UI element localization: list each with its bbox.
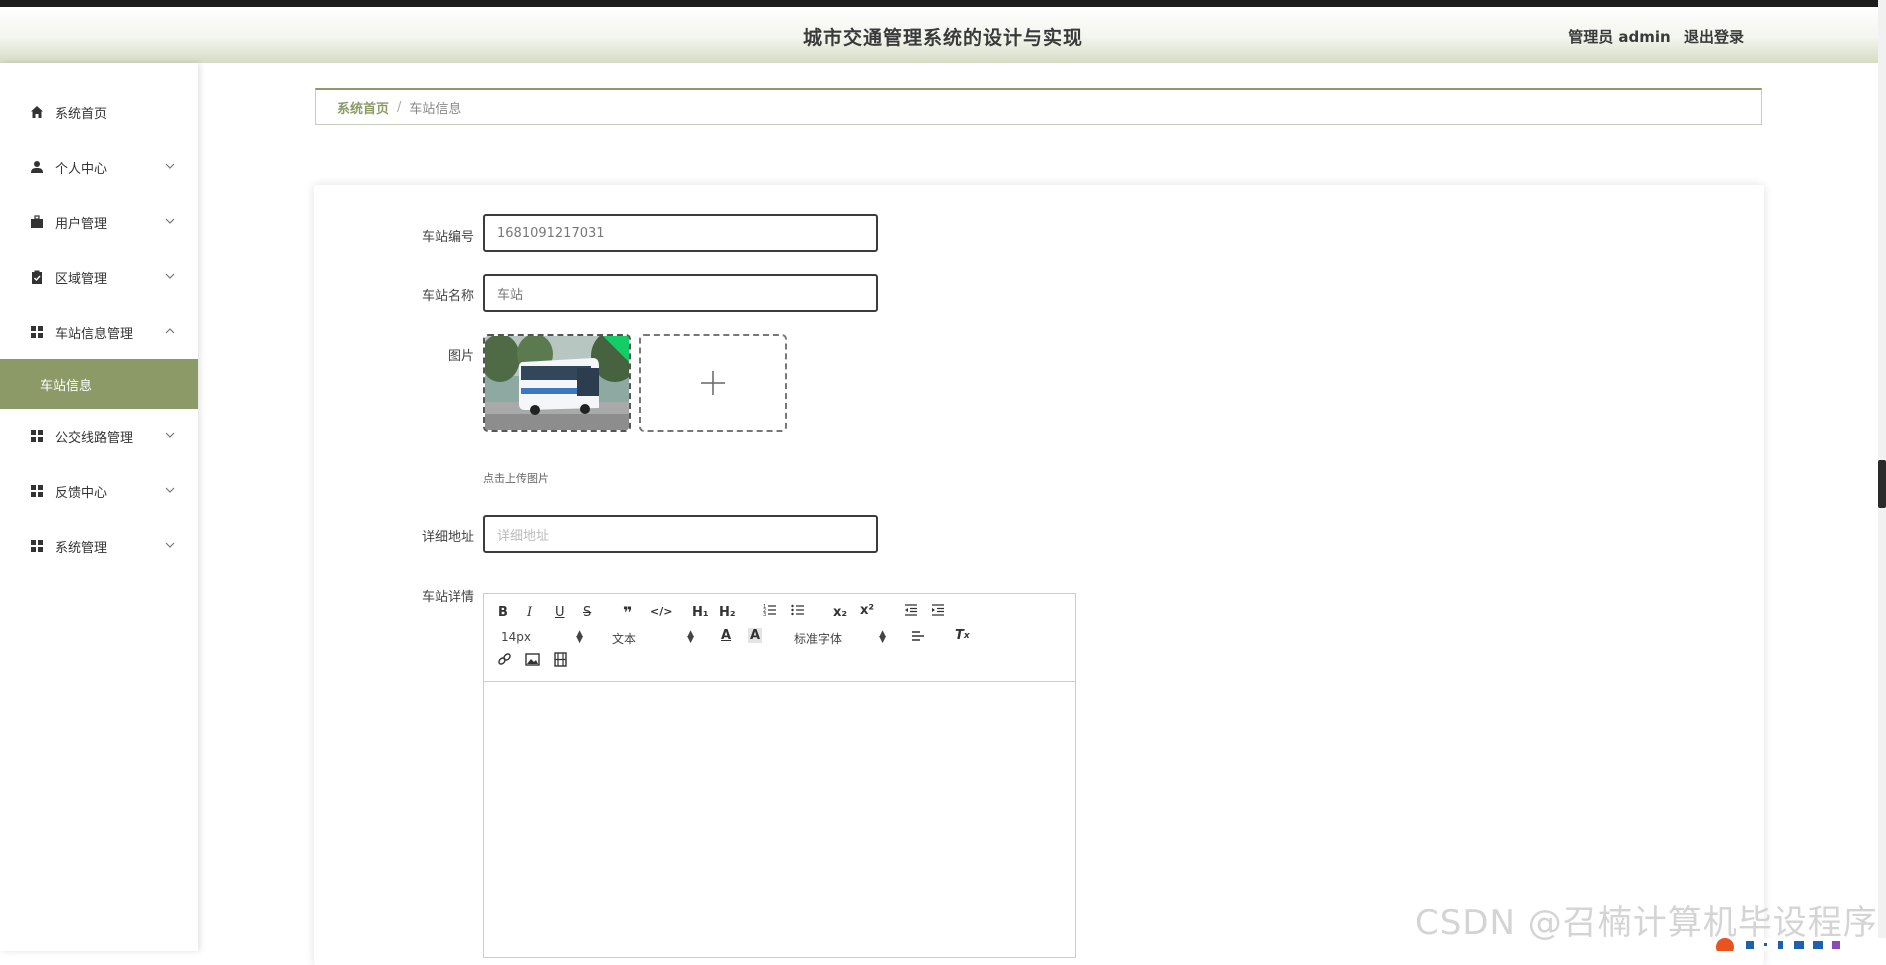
sidebar-item-label: 系统首页 bbox=[55, 106, 108, 122]
sidebar-item-label: 系统管理 bbox=[55, 540, 108, 556]
chevron-down-icon bbox=[164, 160, 176, 172]
chevron-down-icon bbox=[164, 270, 176, 282]
person-icon bbox=[29, 159, 45, 175]
svg-text:3: 3 bbox=[763, 612, 766, 617]
font-family-select[interactable]: 标准字体 ▲ ▼ bbox=[794, 629, 886, 647]
admin-label: 管理员 admin bbox=[1568, 28, 1671, 46]
sidebar-item-user-management[interactable]: 用户管理 bbox=[0, 202, 198, 242]
image-label: 图片 bbox=[447, 349, 474, 364]
grid-icon bbox=[29, 538, 45, 554]
strikethrough-icon[interactable]: S bbox=[583, 605, 591, 620]
link-icon[interactable] bbox=[497, 652, 512, 667]
font-size-value: 14px bbox=[501, 630, 531, 644]
address-input[interactable]: 详细地址 bbox=[483, 515, 878, 553]
image-icon[interactable] bbox=[525, 652, 540, 667]
breadcrumb: 系统首页 / 车站信息 bbox=[315, 88, 1762, 125]
text-style-select[interactable]: 文本 ▲ ▼ bbox=[612, 629, 694, 647]
select-arrows-icon: ▲ ▼ bbox=[687, 629, 694, 645]
bullet-list-icon[interactable] bbox=[791, 603, 805, 617]
grid-icon bbox=[29, 483, 45, 499]
briefcase-icon bbox=[29, 214, 45, 230]
video-icon[interactable] bbox=[553, 652, 568, 667]
scrollbar-thumb[interactable] bbox=[1878, 460, 1886, 508]
upload-hint: 点击上传图片 bbox=[483, 472, 549, 485]
chevron-down-icon bbox=[164, 215, 176, 227]
address-label: 详细地址 bbox=[421, 530, 474, 545]
bus-photo bbox=[485, 336, 629, 430]
sidebar-item-label: 个人中心 bbox=[55, 161, 108, 177]
sidebar-item-home[interactable]: 系统首页 bbox=[0, 92, 198, 132]
app-header: 城市交通管理系统的设计与实现 管理员 admin 退出登录 bbox=[0, 7, 1886, 63]
station-detail-label: 车站详情 bbox=[421, 590, 474, 605]
sidebar-item-label: 车站信息管理 bbox=[55, 326, 134, 342]
sidebar-item-label: 公交线路管理 bbox=[55, 430, 134, 446]
sidebar-subitem-station-info[interactable]: 车站信息 bbox=[0, 359, 198, 409]
sidebar-item-station-info-management[interactable]: 车站信息管理 bbox=[0, 312, 198, 352]
sidebar-item-personal-center[interactable]: 个人中心 bbox=[0, 147, 198, 187]
upload-add-button[interactable] bbox=[639, 334, 787, 432]
code-icon[interactable]: </> bbox=[650, 605, 672, 618]
ordered-list-icon[interactable]: 123 bbox=[763, 603, 777, 617]
breadcrumb-separator: / bbox=[397, 99, 402, 115]
grid-icon bbox=[29, 324, 45, 340]
sidebar: 系统首页 个人中心 用户管理 区域管理 车站信息管理 车站信息 公交线路管理 反… bbox=[0, 63, 198, 951]
background-color-icon[interactable]: A bbox=[748, 628, 763, 643]
align-icon[interactable] bbox=[911, 629, 925, 643]
clear-format-icon[interactable]: Tx bbox=[955, 628, 970, 643]
chevron-up-icon bbox=[164, 325, 176, 337]
editor-content-area[interactable] bbox=[484, 683, 1075, 957]
window-top-border bbox=[0, 0, 1886, 7]
chevron-down-icon bbox=[164, 539, 176, 551]
blockquote-icon[interactable]: ❞ bbox=[623, 603, 632, 622]
sidebar-item-label: 反馈中心 bbox=[55, 485, 108, 501]
font-family-value: 标准字体 bbox=[794, 632, 843, 646]
chevron-down-icon bbox=[164, 484, 176, 496]
home-icon bbox=[29, 104, 45, 120]
rich-text-editor[interactable]: B I U S ❞ </> H₁ H₂ 123 x₂ x² 14px ▲ ▼ 文本… bbox=[483, 593, 1076, 958]
ime-tray bbox=[1716, 932, 1886, 956]
font-color-icon[interactable]: A bbox=[721, 628, 731, 643]
grid-icon bbox=[29, 428, 45, 444]
uploaded-image-thumbnail[interactable] bbox=[483, 334, 631, 432]
select-arrows-icon: ▲ ▼ bbox=[576, 629, 583, 645]
bold-icon[interactable]: B bbox=[498, 605, 508, 620]
font-size-select[interactable]: 14px ▲ ▼ bbox=[501, 629, 583, 645]
select-arrows-icon: ▲ ▼ bbox=[879, 629, 886, 645]
sidebar-item-bus-route-management[interactable]: 公交线路管理 bbox=[0, 416, 198, 456]
breadcrumb-home-link[interactable]: 系统首页 bbox=[337, 98, 389, 117]
plus-icon bbox=[701, 371, 725, 395]
page-scrollbar[interactable] bbox=[1878, 0, 1886, 951]
sidebar-item-system-management[interactable]: 系统管理 bbox=[0, 526, 198, 566]
editor-toolbar: B I U S ❞ </> H₁ H₂ 123 x₂ x² 14px ▲ ▼ 文本… bbox=[484, 594, 1075, 682]
underline-icon[interactable]: U bbox=[555, 605, 565, 620]
station-no-input[interactable]: 1681091217031 bbox=[483, 214, 878, 252]
station-name-input[interactable]: 车站 bbox=[483, 274, 878, 312]
chevron-down-icon bbox=[164, 429, 176, 441]
heading2-icon[interactable]: H₂ bbox=[719, 605, 736, 620]
sidebar-item-label: 用户管理 bbox=[55, 216, 108, 232]
italic-icon[interactable]: I bbox=[527, 605, 532, 620]
station-name-label: 车站名称 bbox=[421, 289, 474, 304]
sidebar-item-region-management[interactable]: 区域管理 bbox=[0, 257, 198, 297]
header-user-area: 管理员 admin 退出登录 bbox=[1560, 26, 1744, 47]
indent-icon[interactable] bbox=[931, 603, 945, 617]
clipboard-icon bbox=[29, 269, 45, 285]
station-no-label: 车站编号 bbox=[421, 230, 474, 245]
superscript-icon[interactable]: x² bbox=[860, 603, 874, 618]
outdent-icon[interactable] bbox=[904, 603, 918, 617]
breadcrumb-current: 车站信息 bbox=[409, 101, 462, 117]
subscript-icon[interactable]: x₂ bbox=[833, 605, 847, 620]
heading1-icon[interactable]: H₁ bbox=[692, 605, 709, 620]
sidebar-item-feedback-center[interactable]: 反馈中心 bbox=[0, 471, 198, 511]
text-style-value: 文本 bbox=[612, 632, 637, 646]
sidebar-item-label: 区域管理 bbox=[55, 271, 108, 287]
logout-link[interactable]: 退出登录 bbox=[1684, 28, 1744, 46]
